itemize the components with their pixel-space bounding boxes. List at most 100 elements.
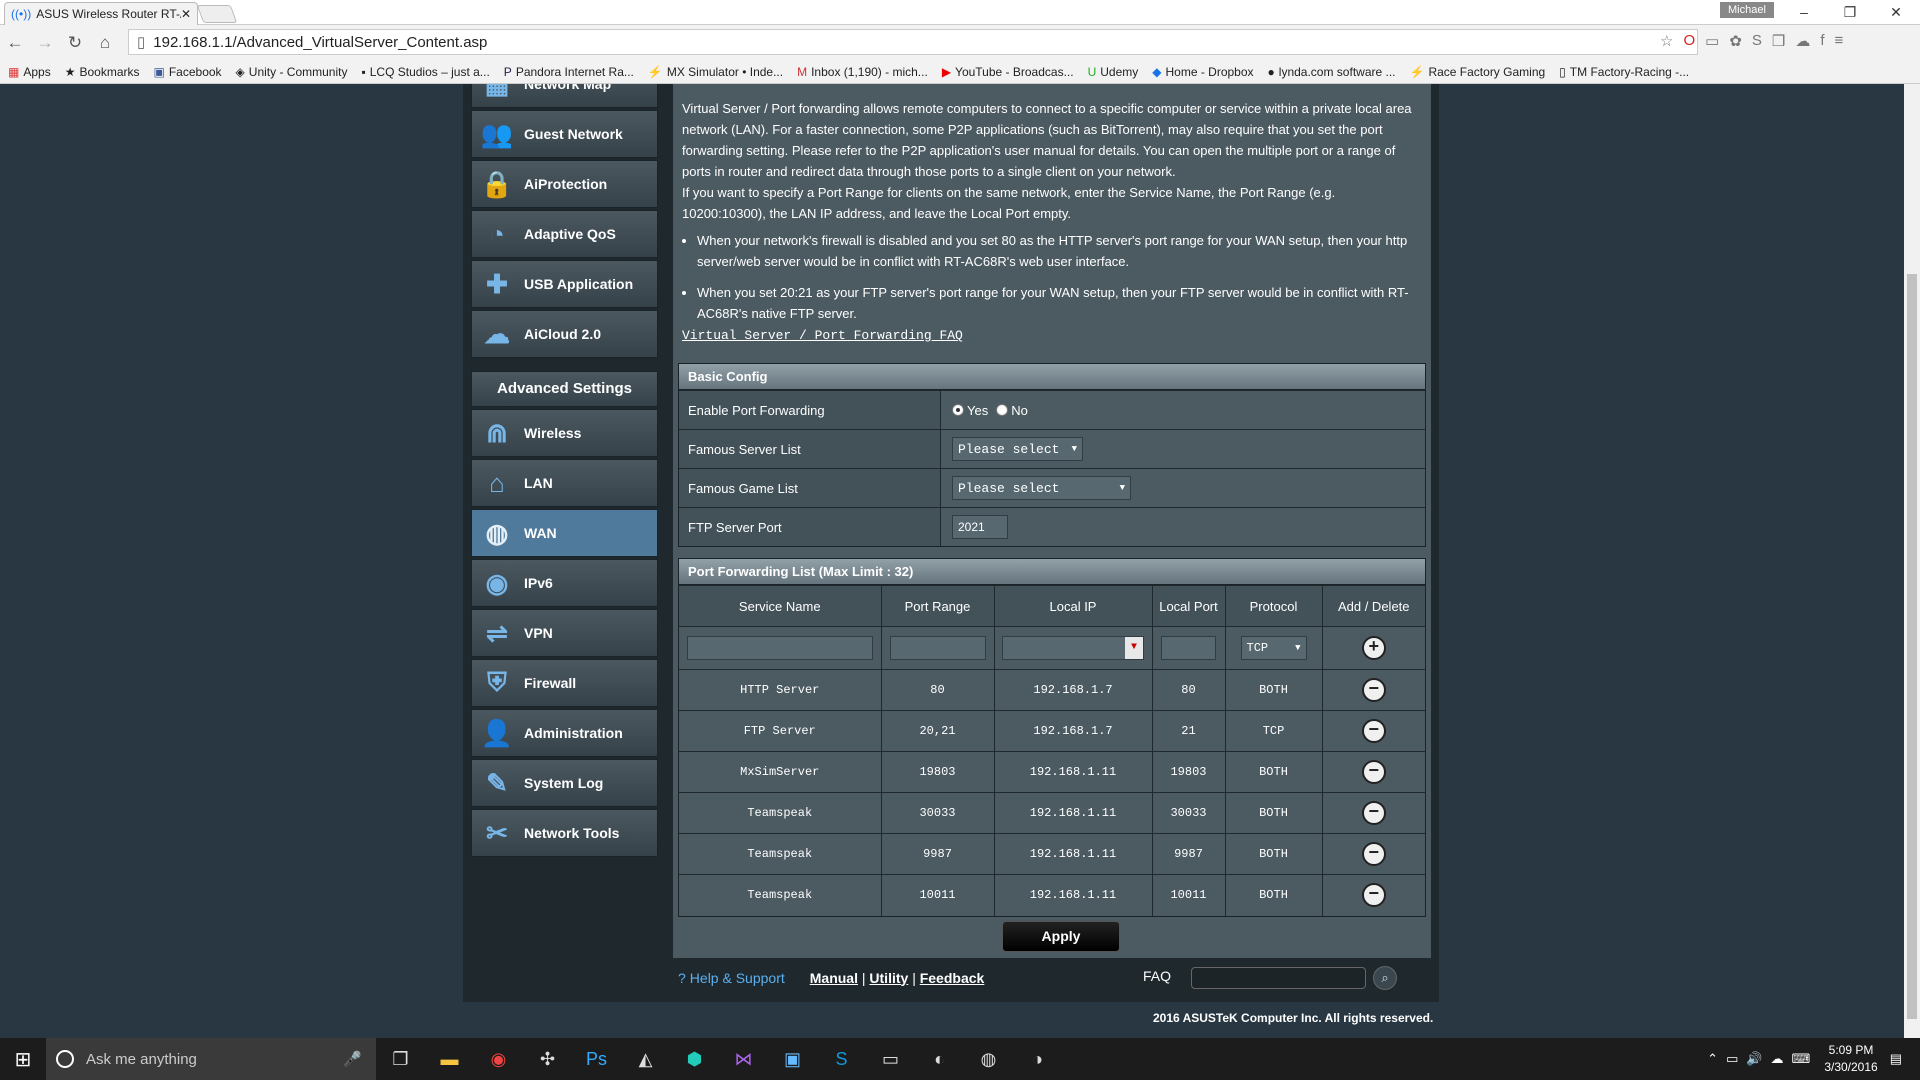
bookmark-star-icon[interactable]: ☆ — [1660, 32, 1673, 50]
browser-tab[interactable]: ((•)) ASUS Wireless Router RT-AC68U ✕ — [4, 2, 198, 25]
faq-link[interactable]: Virtual Server / Port Forwarding FAQ — [682, 325, 963, 346]
no-radio[interactable] — [996, 404, 1009, 416]
menu-wireless[interactable]: ⋒ Wireless — [471, 409, 658, 457]
bookmark-mx-simulator[interactable]: ⚡ MX Simulator • Inde... — [648, 65, 783, 79]
menu-wan[interactable]: ◍ WAN — [471, 509, 658, 557]
new-service-name-input[interactable] — [686, 636, 873, 660]
menu-ipv6[interactable]: ◉ IPv6 — [471, 559, 658, 607]
famous-game-select[interactable]: Please select ▼ — [952, 476, 1131, 500]
facebook-ext-icon[interactable]: f — [1820, 32, 1824, 50]
bookmark-lynda[interactable]: ● lynda.com software ... — [1268, 65, 1396, 79]
utility-link[interactable]: Utility — [869, 970, 908, 986]
profile-badge[interactable]: Michael — [1720, 2, 1774, 18]
photoshop-icon[interactable]: Ps — [572, 1049, 621, 1070]
copy-icon[interactable]: ❒ — [1772, 32, 1785, 50]
bookmark-bookmarks[interactable]: ★ Bookmarks — [65, 65, 140, 79]
teamspeak-icon[interactable]: ◑ — [1013, 1049, 1062, 1070]
menu-system-log[interactable]: ✎ System Log — [471, 759, 658, 807]
app-icon[interactable]: ✣ — [523, 1049, 572, 1070]
yes-radio[interactable] — [952, 404, 964, 416]
bookmark-inbox[interactable]: M Inbox (1,190) - mich... — [797, 65, 928, 79]
menu-aicloud[interactable]: ☁ AiCloud 2.0 — [471, 310, 658, 358]
minimize-icon[interactable]: – — [1784, 2, 1824, 22]
volume-icon[interactable]: 🔊 — [1746, 1051, 1762, 1067]
menu-adaptive-qos[interactable]: ◔ Adaptive QoS — [471, 210, 658, 258]
new-tab-button[interactable] — [196, 5, 238, 23]
bookmark-dropbox[interactable]: ◆ Home - Dropbox — [1152, 65, 1253, 79]
apply-button[interactable]: Apply — [1002, 921, 1120, 952]
tab-close-icon[interactable]: ✕ — [181, 7, 191, 21]
notifications-icon[interactable]: ▤ — [1890, 1051, 1902, 1067]
bookmark-pandora[interactable]: P Pandora Internet Ra... — [504, 65, 634, 79]
microphone-icon[interactable]: 🎤 — [343, 1050, 362, 1068]
windows-start-icon[interactable]: ⊞ — [0, 1047, 46, 1072]
famous-server-select[interactable]: Please select ▼ — [952, 437, 1083, 461]
delete-rule-button[interactable]: − — [1361, 801, 1386, 825]
menu-guest-network[interactable]: 👥 Guest Network — [471, 110, 658, 158]
bookmark-youtube[interactable]: ▶ YouTube - Broadcas... — [942, 65, 1074, 79]
close-window-icon[interactable]: ✕ — [1876, 2, 1916, 22]
new-protocol-select[interactable]: TCP ▼ — [1240, 636, 1307, 660]
forward-icon[interactable]: → — [30, 33, 60, 53]
task-view-icon[interactable]: ❐ — [376, 1049, 425, 1070]
feedback-link[interactable]: Feedback — [920, 970, 985, 986]
opera-icon[interactable]: O — [1683, 32, 1695, 50]
steam-icon[interactable]: ◐ — [915, 1049, 964, 1070]
scrollbar-thumb[interactable] — [1907, 274, 1917, 1019]
menu-icon[interactable]: ≡ — [1835, 32, 1844, 50]
cast-icon[interactable]: ▭ — [1705, 32, 1719, 50]
bookmark-apps[interactable]: ▦ Apps — [8, 65, 51, 79]
extension-icon[interactable]: ✿ — [1729, 32, 1742, 50]
menu-vpn[interactable]: ⇌ VPN — [471, 609, 658, 657]
clock[interactable]: 5:09 PM 3/30/2016 — [1824, 1042, 1877, 1076]
menu-network-map[interactable]: ▦ Network Map — [471, 84, 658, 108]
file-explorer-icon[interactable]: ▬ — [425, 1049, 474, 1070]
cortana-search[interactable]: Ask me anything 🎤 — [46, 1038, 376, 1080]
menu-aiprotection[interactable]: 🔒 AiProtection — [471, 160, 658, 208]
terminal-icon[interactable]: ▭ — [866, 1049, 915, 1070]
reload-icon[interactable]: ↻ — [60, 33, 90, 53]
bookmark-tm-factory[interactable]: ▯ TM Factory-Racing -... — [1559, 65, 1689, 79]
bookmark-udemy[interactable]: U Udemy — [1088, 65, 1139, 79]
blender-icon[interactable]: ⬢ — [670, 1049, 719, 1070]
menu-network-tools[interactable]: ✂ Network Tools — [471, 809, 658, 857]
help-support-link[interactable]: Help & Support — [690, 970, 785, 986]
page-scrollbar[interactable] — [1904, 84, 1920, 1038]
faq-search-input[interactable] — [1191, 967, 1366, 989]
skype-icon[interactable]: S — [1752, 32, 1762, 50]
home-icon[interactable]: ⌂ — [90, 33, 120, 53]
delete-rule-button[interactable]: − — [1361, 842, 1386, 866]
client-list-arrow-icon[interactable]: ▼ — [1125, 637, 1143, 659]
delete-rule-button[interactable]: − — [1361, 760, 1386, 784]
menu-administration[interactable]: 👤 Administration — [471, 709, 658, 757]
delete-rule-button[interactable]: − — [1361, 719, 1386, 743]
address-bar[interactable]: ▯ 192.168.1.1/Advanced_VirtualServer_Con… — [128, 29, 1698, 55]
manual-link[interactable]: Manual — [810, 970, 858, 986]
menu-firewall[interactable]: ⛨ Firewall — [471, 659, 658, 707]
search-icon[interactable]: ⌕ — [1373, 966, 1397, 990]
ftp-port-input[interactable]: 2021 — [952, 515, 1008, 539]
restore-icon[interactable]: ❐ — [1830, 2, 1870, 22]
chrome-icon[interactable]: ◉ — [474, 1049, 523, 1070]
unity-icon[interactable]: ◭ — [621, 1049, 670, 1070]
bookmark-unity[interactable]: ◈ Unity - Community — [236, 65, 348, 79]
keyboard-icon[interactable]: ⌨ — [1792, 1051, 1811, 1067]
app-icon[interactable]: ◍ — [964, 1049, 1013, 1070]
bookmark-race-factory[interactable]: ⚡ Race Factory Gaming — [1410, 65, 1546, 79]
bookmark-lcq[interactable]: ▪ LCQ Studios – just a... — [361, 65, 489, 79]
editor-icon[interactable]: ▣ — [768, 1049, 817, 1070]
new-local-ip-input[interactable]: ▼ — [1002, 636, 1144, 660]
add-rule-button[interactable]: + — [1361, 636, 1386, 660]
new-local-port-input[interactable] — [1161, 636, 1216, 660]
menu-lan[interactable]: ⌂ LAN — [471, 459, 658, 507]
back-icon[interactable]: ← — [0, 33, 30, 53]
chevron-up-icon[interactable]: ⌃ — [1707, 1051, 1718, 1067]
menu-usb-application[interactable]: ✚ USB Application — [471, 260, 658, 308]
network-icon[interactable]: ▭ — [1726, 1051, 1738, 1067]
visual-studio-icon[interactable]: ⋈ — [719, 1049, 768, 1070]
bookmark-facebook[interactable]: ▣ Facebook — [154, 65, 222, 79]
delete-rule-button[interactable]: − — [1361, 678, 1386, 702]
skype-icon[interactable]: S — [817, 1049, 866, 1070]
cloud-icon[interactable]: ☁ — [1795, 32, 1810, 50]
delete-rule-button[interactable]: − — [1361, 883, 1386, 908]
